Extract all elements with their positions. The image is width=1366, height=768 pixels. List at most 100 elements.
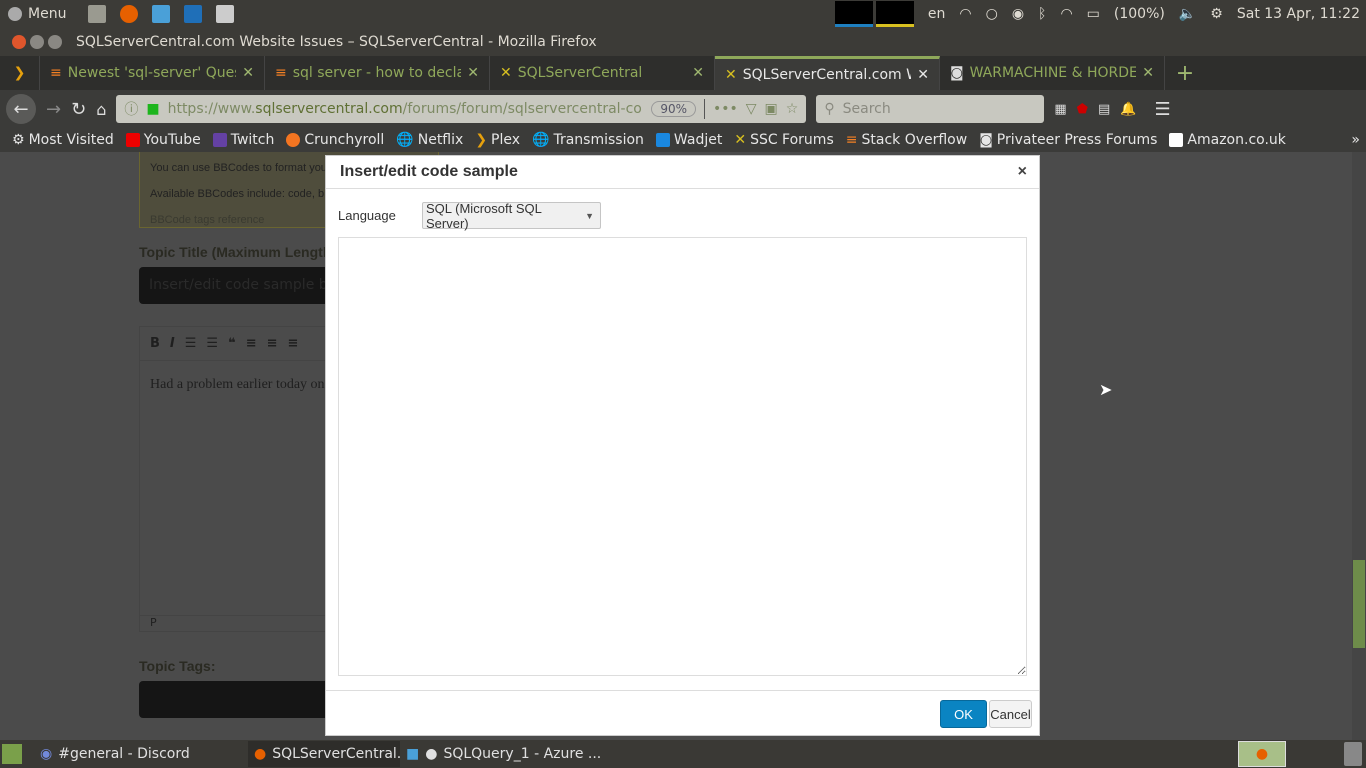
tab-active[interactable]: ✕ SQLServerCentral.com W ✕ <box>715 56 940 90</box>
align-center-icon[interactable]: ≡ <box>267 336 278 351</box>
power-icon[interactable]: ⚙ <box>1210 6 1223 22</box>
reload-button[interactable]: ↻ <box>71 99 86 120</box>
pocket-icon[interactable]: ▽ <box>746 101 757 117</box>
new-tab-button[interactable]: + <box>1165 56 1205 90</box>
globe-icon: 🌐 <box>532 132 550 148</box>
clock[interactable]: Sat 13 Apr, 11:22 <box>1237 6 1360 22</box>
plex-tab-pinned[interactable]: ❯ <box>0 56 40 90</box>
bold-icon[interactable]: B <box>150 336 160 351</box>
close-tab-icon[interactable]: ✕ <box>1142 65 1154 81</box>
stackoverflow-icon: ≡ <box>845 132 858 148</box>
menu-icon[interactable]: ☰ <box>1154 99 1170 120</box>
close-tab-icon[interactable]: ✕ <box>692 65 704 81</box>
home-button[interactable]: ⌂ <box>96 100 106 119</box>
menu-button[interactable]: Menu <box>8 6 66 22</box>
page-actions-icon[interactable]: ••• <box>713 101 738 117</box>
chevron-down-icon: ▼ <box>585 210 594 221</box>
url-bar[interactable]: ⓘ ■ https://www.sqlservercentral.com/for… <box>116 95 807 123</box>
search-input[interactable]: ⚲ Search <box>816 95 1045 123</box>
window-titlebar: SQLServerCentral.com Website Issues – SQ… <box>0 28 1366 56</box>
volume-icon[interactable]: 🔈 <box>1179 6 1196 22</box>
firefox-icon[interactable] <box>120 5 139 23</box>
window-title: SQLServerCentral.com Website Issues – SQ… <box>76 34 597 50</box>
file-manager-icon[interactable] <box>88 5 107 23</box>
bookmark-netflix[interactable]: 🌐 Netflix <box>396 132 463 148</box>
tab[interactable]: ✕ SQLServerCentral ✕ <box>490 56 715 90</box>
bullet-list-icon[interactable]: ☰ <box>185 336 197 351</box>
bookmarks-overflow-icon[interactable]: » <box>1351 132 1366 148</box>
back-button[interactable]: ← <box>6 94 36 124</box>
bookmark-transmission[interactable]: 🌐 Transmission <box>532 132 644 148</box>
numbered-list-icon[interactable]: ☰ <box>206 336 218 351</box>
maximize-window-button[interactable] <box>48 35 62 49</box>
bookmark-most-visited[interactable]: ⚙ Most Visited <box>12 132 114 148</box>
bookmark-star-icon[interactable]: ☆ <box>786 101 799 117</box>
stackoverflow-icon: ≡ <box>275 65 287 81</box>
bookmark-amazon[interactable]: Amazon.co.uk <box>1169 132 1286 148</box>
lock-icon[interactable]: ■ <box>146 101 159 117</box>
close-tab-icon[interactable]: ✕ <box>467 65 479 81</box>
taskbar-item-discord[interactable]: ◉ #general - Discord <box>34 741 224 767</box>
taskbar-item-firefox[interactable]: ●SQLServerCentral.com... <box>248 741 400 767</box>
bookmark-plex[interactable]: ❯ Plex <box>475 132 520 148</box>
language-select[interactable]: SQL (Microsoft SQL Server) ▼ <box>422 201 601 231</box>
reader-view-icon[interactable]: ▣ <box>765 101 778 117</box>
page-scrollbar[interactable] <box>1352 152 1366 740</box>
amazon-icon <box>1169 133 1184 147</box>
wifi-icon[interactable]: ◠ <box>959 6 971 22</box>
lightbulb-icon[interactable]: ○ <box>986 6 998 22</box>
bookmark-youtube[interactable]: YouTube <box>125 132 201 148</box>
close-icon[interactable]: × <box>1018 163 1027 181</box>
code-textarea[interactable] <box>338 237 1027 676</box>
bookmark-twitch[interactable]: Twitch <box>212 132 274 148</box>
align-right-icon[interactable]: ≡ <box>288 336 299 351</box>
ublock-icon[interactable]: ⬟ <box>1077 102 1088 117</box>
azure-data-studio-icon[interactable] <box>152 5 171 23</box>
show-desktop-icon[interactable] <box>2 744 22 764</box>
workspace-switcher[interactable]: ● <box>1238 741 1286 767</box>
keyboard-layout[interactable]: en <box>928 6 946 22</box>
scrollbar-thumb[interactable] <box>1353 560 1365 648</box>
close-tab-icon[interactable]: ✕ <box>917 67 929 83</box>
battery-icon[interactable]: ▭ <box>1087 6 1100 22</box>
italic-icon[interactable]: I <box>170 336 175 351</box>
tab[interactable]: ≡ Newest 'sql-server' Ques ✕ <box>40 56 265 90</box>
zoom-level-button[interactable]: 90% <box>651 101 696 117</box>
bookmark-privateer-press[interactable]: ◙ Privateer Press Forums <box>979 132 1157 148</box>
bookmark-crunchyroll[interactable]: Crunchyroll <box>286 132 384 148</box>
taskbar-item-azure[interactable]: ■ ● SQLQuery_1 - Azure ... <box>400 741 600 767</box>
tab[interactable]: ◙ WARMACHINE & HORDES ✕ <box>940 56 1165 90</box>
ok-button[interactable]: OK <box>940 700 987 728</box>
bookmarks-toolbar: ⚙ Most Visited YouTube Twitch Crunchyroll… <box>0 128 1366 152</box>
plex-icon: ❯ <box>475 132 488 148</box>
blockquote-icon[interactable]: ❝ <box>228 336 236 351</box>
info-icon[interactable]: ⓘ <box>124 99 138 119</box>
screenshot-icon[interactable] <box>216 5 235 23</box>
cancel-button[interactable]: Cancel <box>989 700 1032 728</box>
close-window-button[interactable] <box>12 35 26 49</box>
forward-button[interactable]: → <box>46 99 61 120</box>
bookmark-wadjet[interactable]: Wadjet <box>655 132 722 148</box>
discord-icon[interactable]: ◉ <box>1012 6 1024 22</box>
bookmark-stack-overflow[interactable]: ≡ Stack Overflow <box>846 132 967 148</box>
search-icon: ⚲ <box>824 101 835 117</box>
network-icon[interactable]: ◠ <box>1060 6 1072 22</box>
mouse-cursor: ➤ <box>1099 380 1113 399</box>
notification-bell-icon[interactable]: 🔔 <box>1120 102 1136 117</box>
ssc-icon: ✕ <box>725 66 737 83</box>
dialog-header: Insert/edit code sample × <box>326 156 1039 189</box>
extension-icon[interactable]: ▦ <box>1054 102 1066 117</box>
minimize-window-button[interactable] <box>30 35 44 49</box>
vscode-icon[interactable] <box>184 5 203 23</box>
trash-icon[interactable] <box>1344 742 1362 766</box>
unsaved-dot-icon: ● <box>425 746 438 762</box>
screenshot-extension-icon[interactable]: ▤ <box>1098 102 1110 117</box>
bookmark-ssc-forums[interactable]: ✕ SSC Forums <box>734 132 833 148</box>
close-tab-icon[interactable]: ✕ <box>242 65 254 81</box>
dialog-footer-divider <box>326 690 1039 691</box>
align-left-icon[interactable]: ≡ <box>246 336 257 351</box>
tab[interactable]: ≡ sql server - how to declar ✕ <box>265 56 490 90</box>
privateer-icon: ◙ <box>979 132 993 148</box>
bluetooth-icon[interactable]: ᛒ <box>1038 6 1046 22</box>
topic-tags-label: Topic Tags: <box>139 658 216 674</box>
